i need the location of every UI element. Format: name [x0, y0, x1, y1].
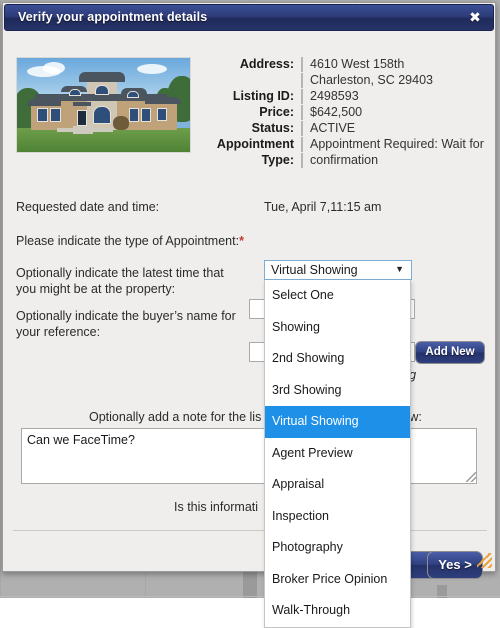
- close-icon[interactable]: ✖: [467, 9, 483, 25]
- appointment-type-dropdown[interactable]: Select One Showing 2nd Showing 3rd Showing V…: [264, 280, 411, 628]
- detail-row: Listing ID: 2498593: [199, 89, 489, 104]
- dropdown-option[interactable]: Agent Preview: [265, 438, 410, 470]
- detail-row: Address: 4610 West 158th: [199, 57, 489, 72]
- dropdown-option[interactable]: Select One: [265, 280, 410, 312]
- textarea-resize-grip[interactable]: [466, 472, 476, 482]
- detail-label: Price:: [199, 105, 303, 120]
- required-asterisk: *: [239, 234, 244, 248]
- detail-value: Charleston, SC 29403: [310, 73, 433, 87]
- latest-time-label-line1: Optionally indicate the latest time that: [16, 266, 224, 280]
- dropdown-option[interactable]: Showing: [265, 312, 410, 344]
- detail-value: $642,500: [310, 105, 363, 119]
- detail-value: 2498593: [310, 89, 359, 103]
- detail-label: Appointment: [199, 137, 303, 152]
- add-new-button[interactable]: Add New: [415, 341, 485, 364]
- yes-button[interactable]: Yes >: [427, 551, 483, 579]
- appointment-type-label: Please indicate the type of Appointment:…: [16, 233, 244, 249]
- detail-value: 4610 West 158th: [310, 57, 405, 71]
- dropdown-option[interactable]: Walk-Through: [265, 595, 410, 627]
- dropdown-option[interactable]: Appraisal: [265, 469, 410, 501]
- detail-value: confirmation: [310, 153, 379, 167]
- dropdown-option[interactable]: 3rd Showing: [265, 375, 410, 407]
- buyer-name-label-line2: your reference:: [16, 325, 101, 339]
- dropdown-option[interactable]: Broker Price Opinion: [265, 564, 410, 596]
- detail-label: Listing ID:: [199, 89, 303, 104]
- dropdown-option[interactable]: 2nd Showing: [265, 343, 410, 375]
- note-label-head: Optionally add a note for the lis: [89, 410, 262, 424]
- chevron-down-icon: ▼: [395, 264, 404, 274]
- dialog-title: Verify your appointment details: [18, 10, 208, 24]
- dropdown-option[interactable]: Virtual Showing: [265, 406, 410, 438]
- dialog-resize-grip[interactable]: [477, 553, 492, 568]
- detail-value: ACTIVE: [310, 121, 356, 135]
- appointment-type-select[interactable]: Virtual Showing ▼: [264, 260, 412, 280]
- property-details: Address: 4610 West 158th Charleston, SC …: [199, 57, 489, 169]
- requested-datetime-value: Tue, April 7,11:15 am: [264, 200, 382, 214]
- detail-label: Address:: [199, 57, 303, 72]
- detail-label: [199, 73, 303, 88]
- detail-row: Type: confirmation: [199, 153, 489, 168]
- detail-label: Type:: [199, 153, 303, 168]
- detail-label: Status:: [199, 121, 303, 136]
- detail-row: Price: $642,500: [199, 105, 489, 120]
- latest-time-label-line2: you might be at the property:: [16, 282, 176, 296]
- dropdown-option[interactable]: Inspection: [265, 501, 410, 533]
- note-label-tail: w:: [409, 410, 422, 424]
- dropdown-option[interactable]: Photography: [265, 532, 410, 564]
- appointment-dialog: Verify your appointment details ✖ Addres…: [2, 2, 496, 628]
- detail-row: Appointment Appointment Required: Wait f…: [199, 137, 489, 152]
- detail-value: Appointment Required: Wait for: [310, 137, 484, 151]
- dialog-titlebar: Verify your appointment details ✖: [4, 4, 494, 31]
- confirm-question: Is this informati: [174, 500, 259, 514]
- detail-row: Charleston, SC 29403: [199, 73, 489, 88]
- buyer-name-label-line1: Optionally indicate the buyer’s name for: [16, 309, 236, 323]
- footer-divider: [13, 530, 487, 531]
- appointment-type-select-value: Virtual Showing: [271, 263, 358, 277]
- property-photo: [16, 57, 191, 153]
- dialog-body: Address: 4610 West 158th Charleston, SC …: [3, 32, 495, 628]
- requested-datetime-label: Requested date and time:: [16, 200, 160, 214]
- detail-row: Status: ACTIVE: [199, 121, 489, 136]
- appointment-type-label-text: Please indicate the type of Appointment:: [16, 234, 240, 248]
